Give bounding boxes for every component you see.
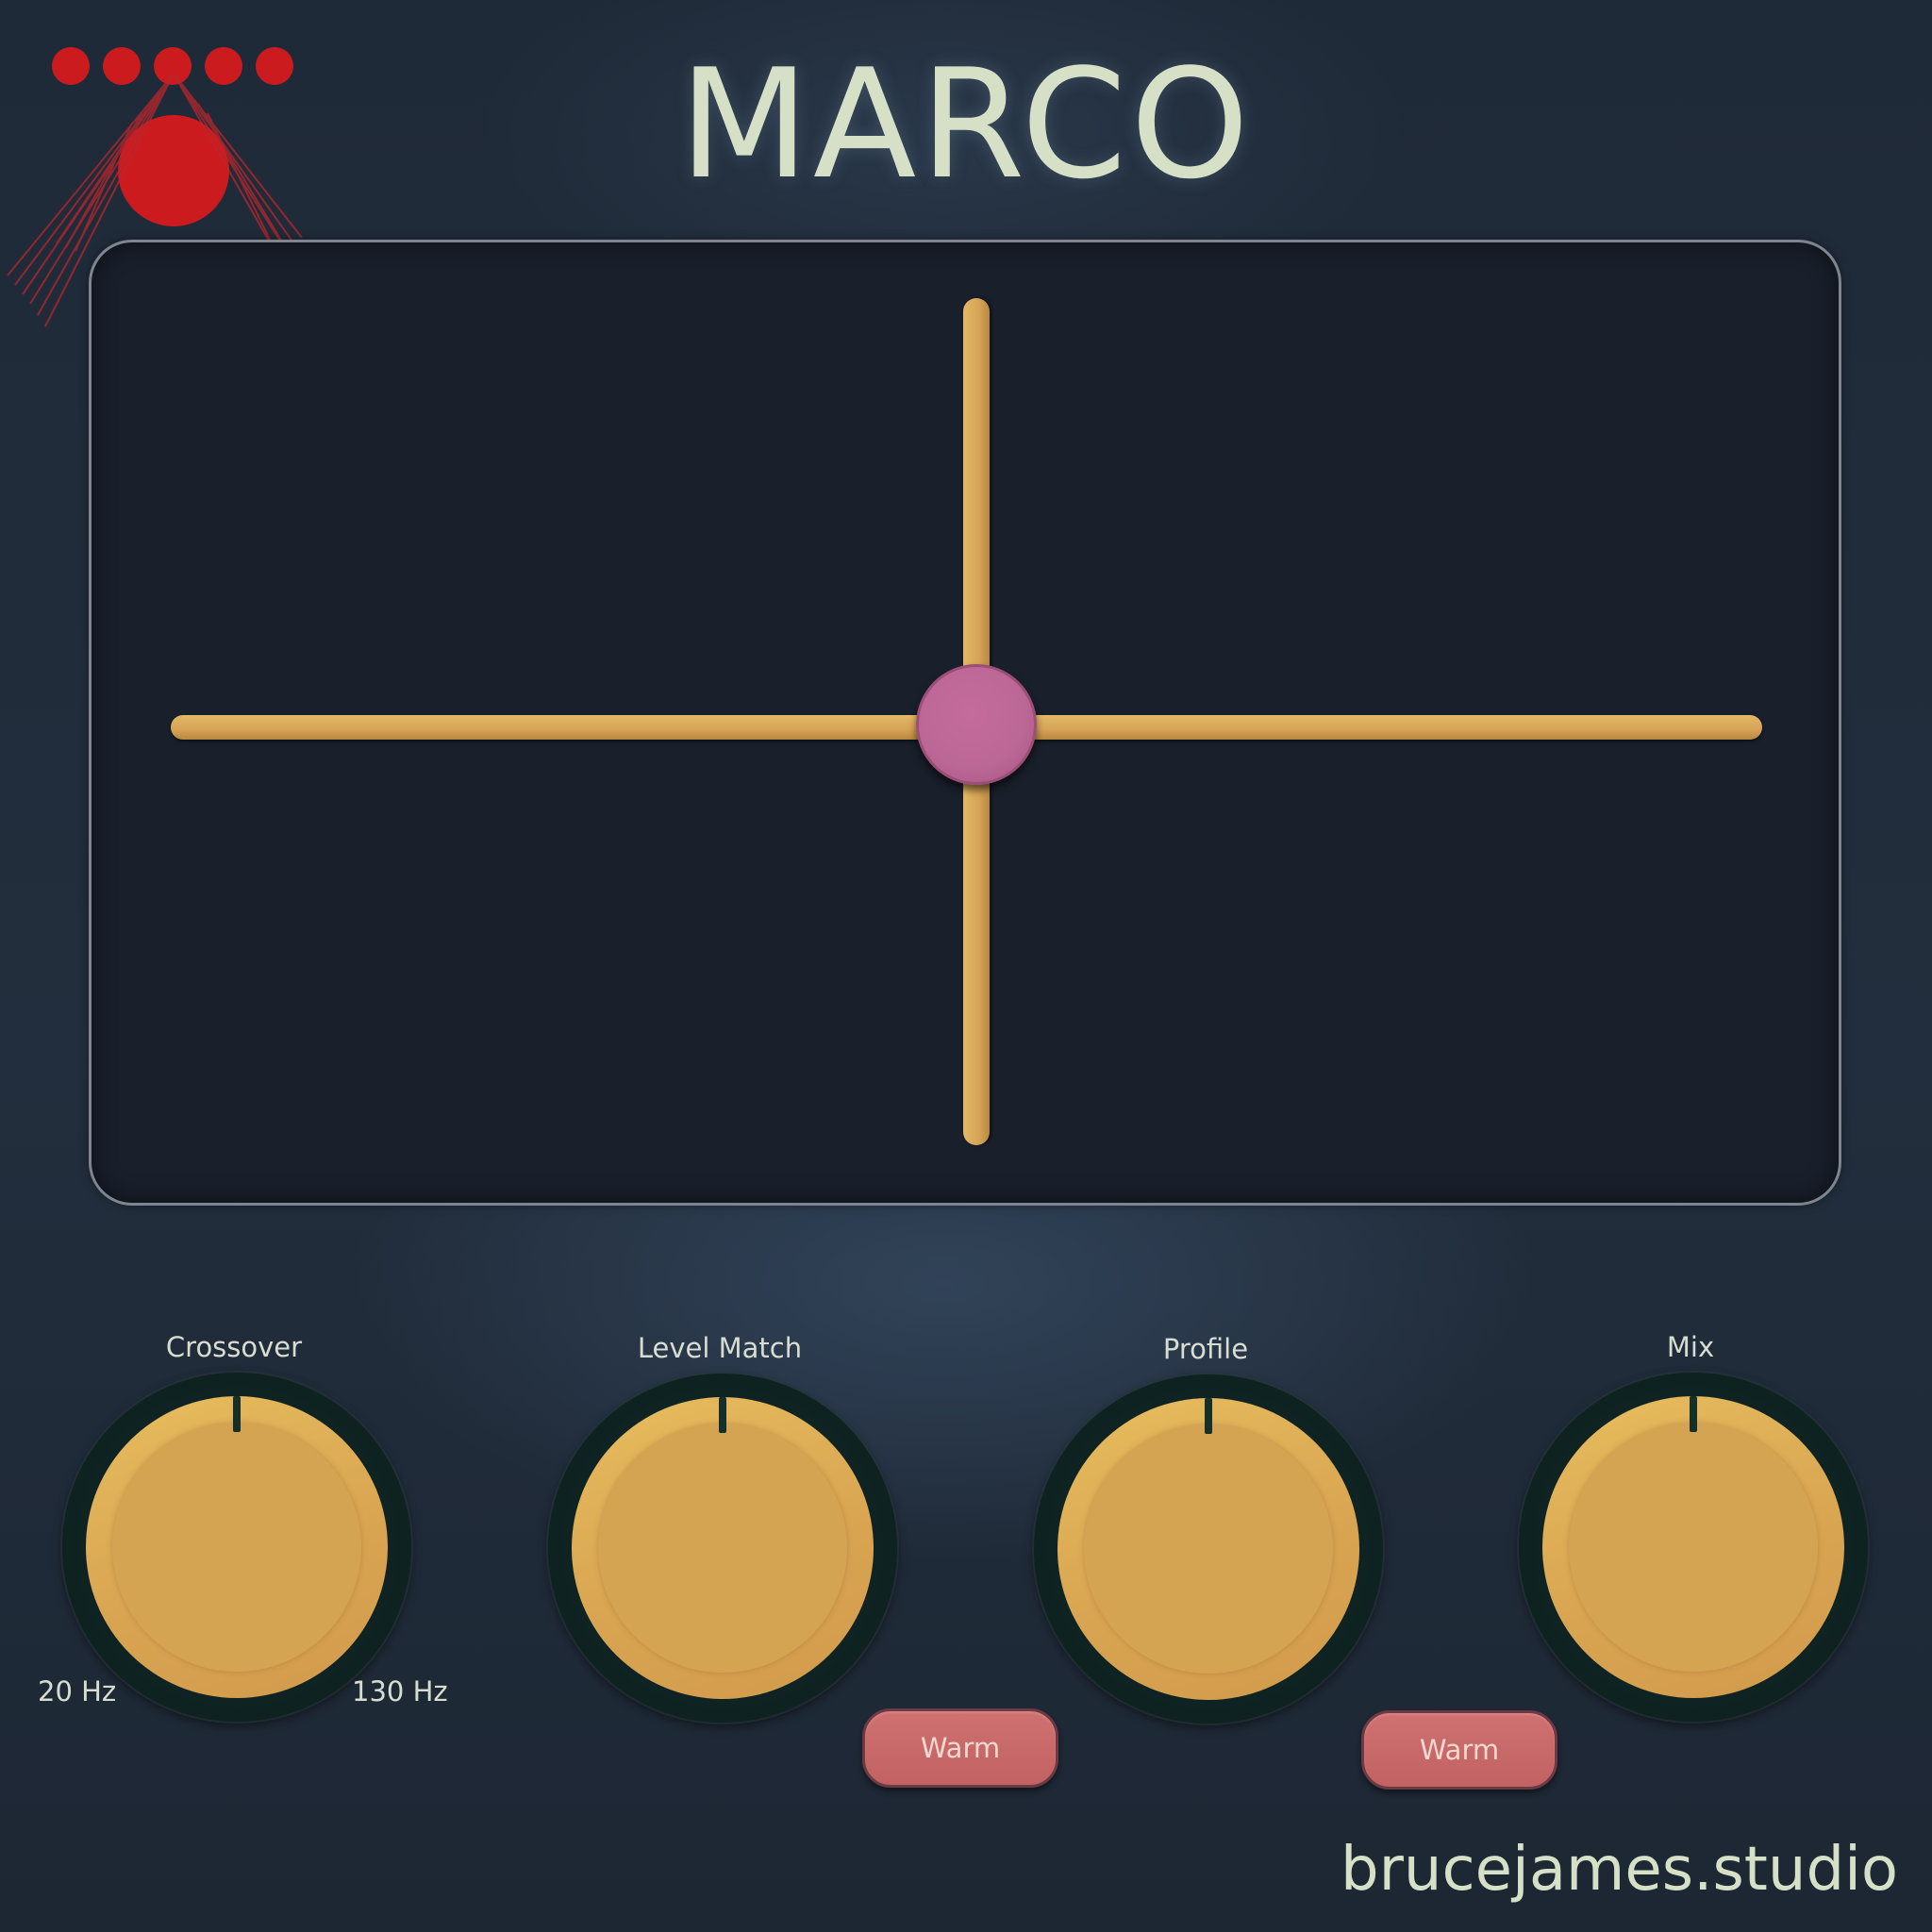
- xy-pad[interactable]: [89, 240, 1841, 1206]
- level-match-label: Level Match: [637, 1332, 803, 1364]
- level-match-knob[interactable]: [548, 1374, 897, 1723]
- profile-knob-pointer: [1205, 1398, 1212, 1434]
- crossover-max-label: 130 Hz: [352, 1675, 448, 1707]
- warm-button-mix[interactable]: Warm: [1361, 1710, 1557, 1790]
- mix-knob-pointer: [1690, 1396, 1697, 1432]
- mix-knob-face: [1569, 1423, 1818, 1672]
- knob-group-level-match: Level Match: [531, 1332, 908, 1728]
- level-match-knob-face: [598, 1424, 847, 1673]
- crossover-knob-pointer: [233, 1396, 241, 1432]
- mix-knob-cap: [1542, 1396, 1844, 1698]
- knob-group-profile: Profile: [1017, 1333, 1394, 1729]
- mix-label: Mix: [1666, 1331, 1715, 1363]
- crossover-knob[interactable]: [62, 1373, 411, 1722]
- level-match-knob-pointer: [719, 1397, 726, 1433]
- level-match-knob-cap: [572, 1397, 874, 1699]
- pad-handle[interactable]: [916, 664, 1037, 785]
- profile-knob[interactable]: [1034, 1374, 1383, 1724]
- profile-label: Profile: [1162, 1333, 1249, 1365]
- knob-group-mix: Mix: [1502, 1331, 1879, 1727]
- crossover-min-label: 20 Hz: [38, 1675, 117, 1707]
- profile-knob-face: [1084, 1424, 1333, 1674]
- crossover-knob-face: [112, 1423, 361, 1672]
- warm-button-level-match[interactable]: Warm: [862, 1708, 1058, 1788]
- studio-website-link[interactable]: brucejames.studio: [1341, 1832, 1898, 1907]
- app-title: MARCO: [678, 36, 1254, 212]
- crossover-label: Crossover: [165, 1331, 303, 1363]
- crossover-knob-cap: [86, 1396, 388, 1698]
- profile-knob-cap: [1058, 1398, 1359, 1700]
- mix-knob[interactable]: [1519, 1373, 1868, 1722]
- knob-group-crossover: Crossover: [45, 1331, 423, 1727]
